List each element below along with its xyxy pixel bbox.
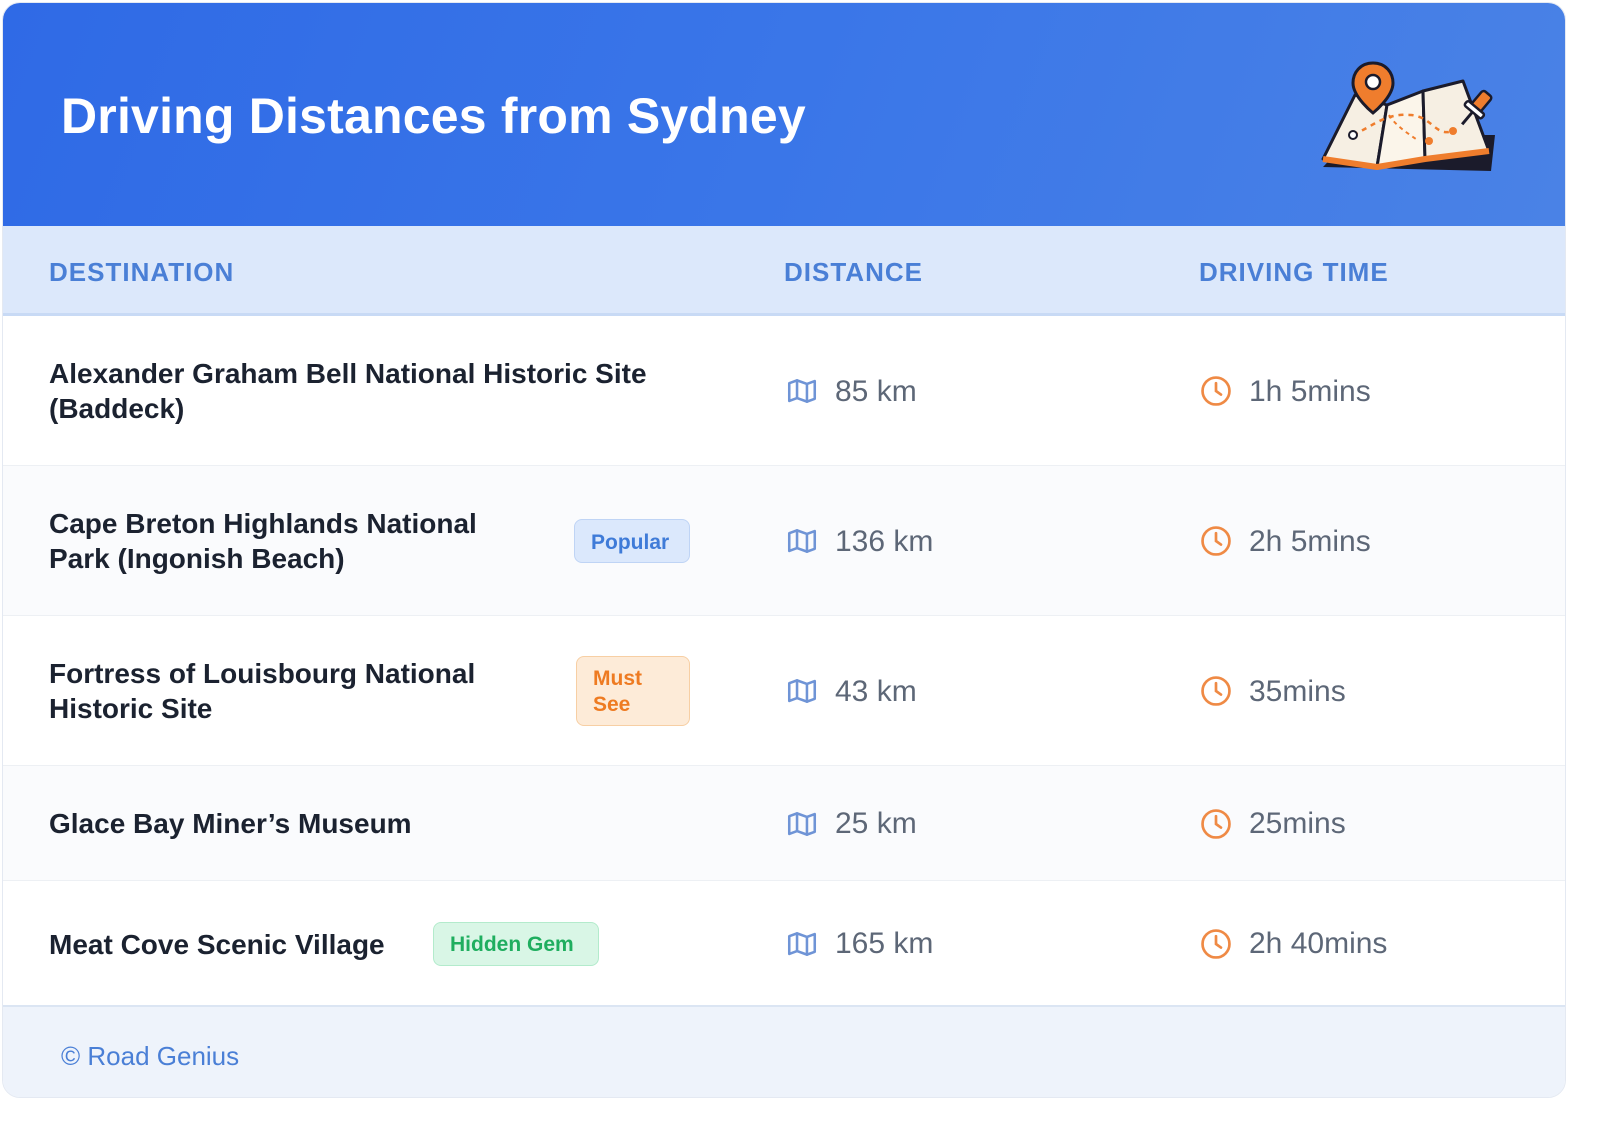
- destination-line: (Baddeck): [49, 393, 185, 424]
- destination-line: Fortress of Louisbourg National: [49, 658, 476, 689]
- destination-name: Cape Breton Highlands National Park (Ing…: [49, 506, 477, 576]
- map-icon: [787, 932, 817, 956]
- distance-value: 43 km: [835, 675, 917, 708]
- destination-name: Meat Cove Scenic Village: [49, 927, 385, 962]
- driving-time-value: 25mins: [1249, 807, 1346, 840]
- badge-label: Must: [593, 667, 642, 690]
- destination-name: Glace Bay Miner’s Museum: [49, 806, 412, 841]
- table-row: Fortress of Louisbourg National Historic…: [3, 616, 1565, 766]
- column-header-distance: DISTANCE: [784, 257, 923, 287]
- driving-time-value: 35mins: [1249, 675, 1346, 708]
- table-row: Alexander Graham Bell National Historic …: [3, 316, 1565, 466]
- destination-line: Cape Breton Highlands National: [49, 508, 477, 539]
- table-row: Meat Cove Scenic Village Hidden Gem 165 …: [3, 881, 1565, 1005]
- column-header-destination: DESTINATION: [49, 257, 235, 287]
- badge-label: Hidden Gem: [450, 933, 574, 956]
- map-icon: [787, 812, 817, 836]
- driving-distances-card: Driving Distances from Sydney DESTINATIO…: [2, 2, 1566, 1098]
- clock-icon: [1201, 526, 1231, 556]
- status-badge-must-see: Must See: [576, 656, 690, 726]
- copyright-credit: © Road Genius: [61, 1041, 240, 1071]
- destination-line: Historic Site: [49, 693, 213, 724]
- card-footer: © Road Genius: [3, 1005, 1565, 1097]
- badge-label: See: [593, 693, 631, 716]
- distance-value: 136 km: [835, 525, 934, 558]
- clock-icon: [1201, 376, 1231, 406]
- status-badge-hidden-gem: Hidden Gem: [433, 922, 599, 966]
- clock-icon: [1201, 809, 1231, 839]
- table-header: DESTINATION DISTANCE DRIVING TIME: [3, 226, 1565, 316]
- driving-time-value: 1h 5mins: [1249, 375, 1371, 408]
- map-icon: [787, 679, 817, 703]
- clock-icon: [1201, 929, 1231, 959]
- destination-line: Glace Bay Miner’s Museum: [49, 808, 412, 839]
- distance-value: 85 km: [835, 375, 917, 408]
- clock-icon: [1201, 676, 1231, 706]
- card-header: Driving Distances from Sydney: [3, 3, 1565, 226]
- distance-value: 165 km: [835, 927, 934, 960]
- destination-name: Alexander Graham Bell National Historic …: [49, 356, 647, 426]
- destination-line: Park (Ingonish Beach): [49, 543, 345, 574]
- driving-time-value: 2h 40mins: [1249, 927, 1388, 960]
- badge-label: Popular: [591, 531, 670, 554]
- destination-line: Alexander Graham Bell National Historic …: [49, 358, 647, 389]
- column-header-driving-time: DRIVING TIME: [1199, 257, 1389, 287]
- table-row: Glace Bay Miner’s Museum 25 km 25mins: [3, 766, 1565, 881]
- distance-value: 25 km: [835, 807, 917, 840]
- page-title: Driving Distances from Sydney: [61, 88, 806, 144]
- destination-name: Fortress of Louisbourg National Historic…: [49, 656, 475, 726]
- map-icon: [787, 529, 817, 553]
- driving-time-value: 2h 5mins: [1249, 525, 1371, 558]
- status-badge-popular: Popular: [574, 519, 690, 563]
- table-row: Cape Breton Highlands National Park (Ing…: [3, 466, 1565, 616]
- destination-line: Meat Cove Scenic Village: [49, 929, 385, 960]
- map-icon: [787, 379, 817, 403]
- folded-map-with-location-pin-icon: [1321, 61, 1495, 171]
